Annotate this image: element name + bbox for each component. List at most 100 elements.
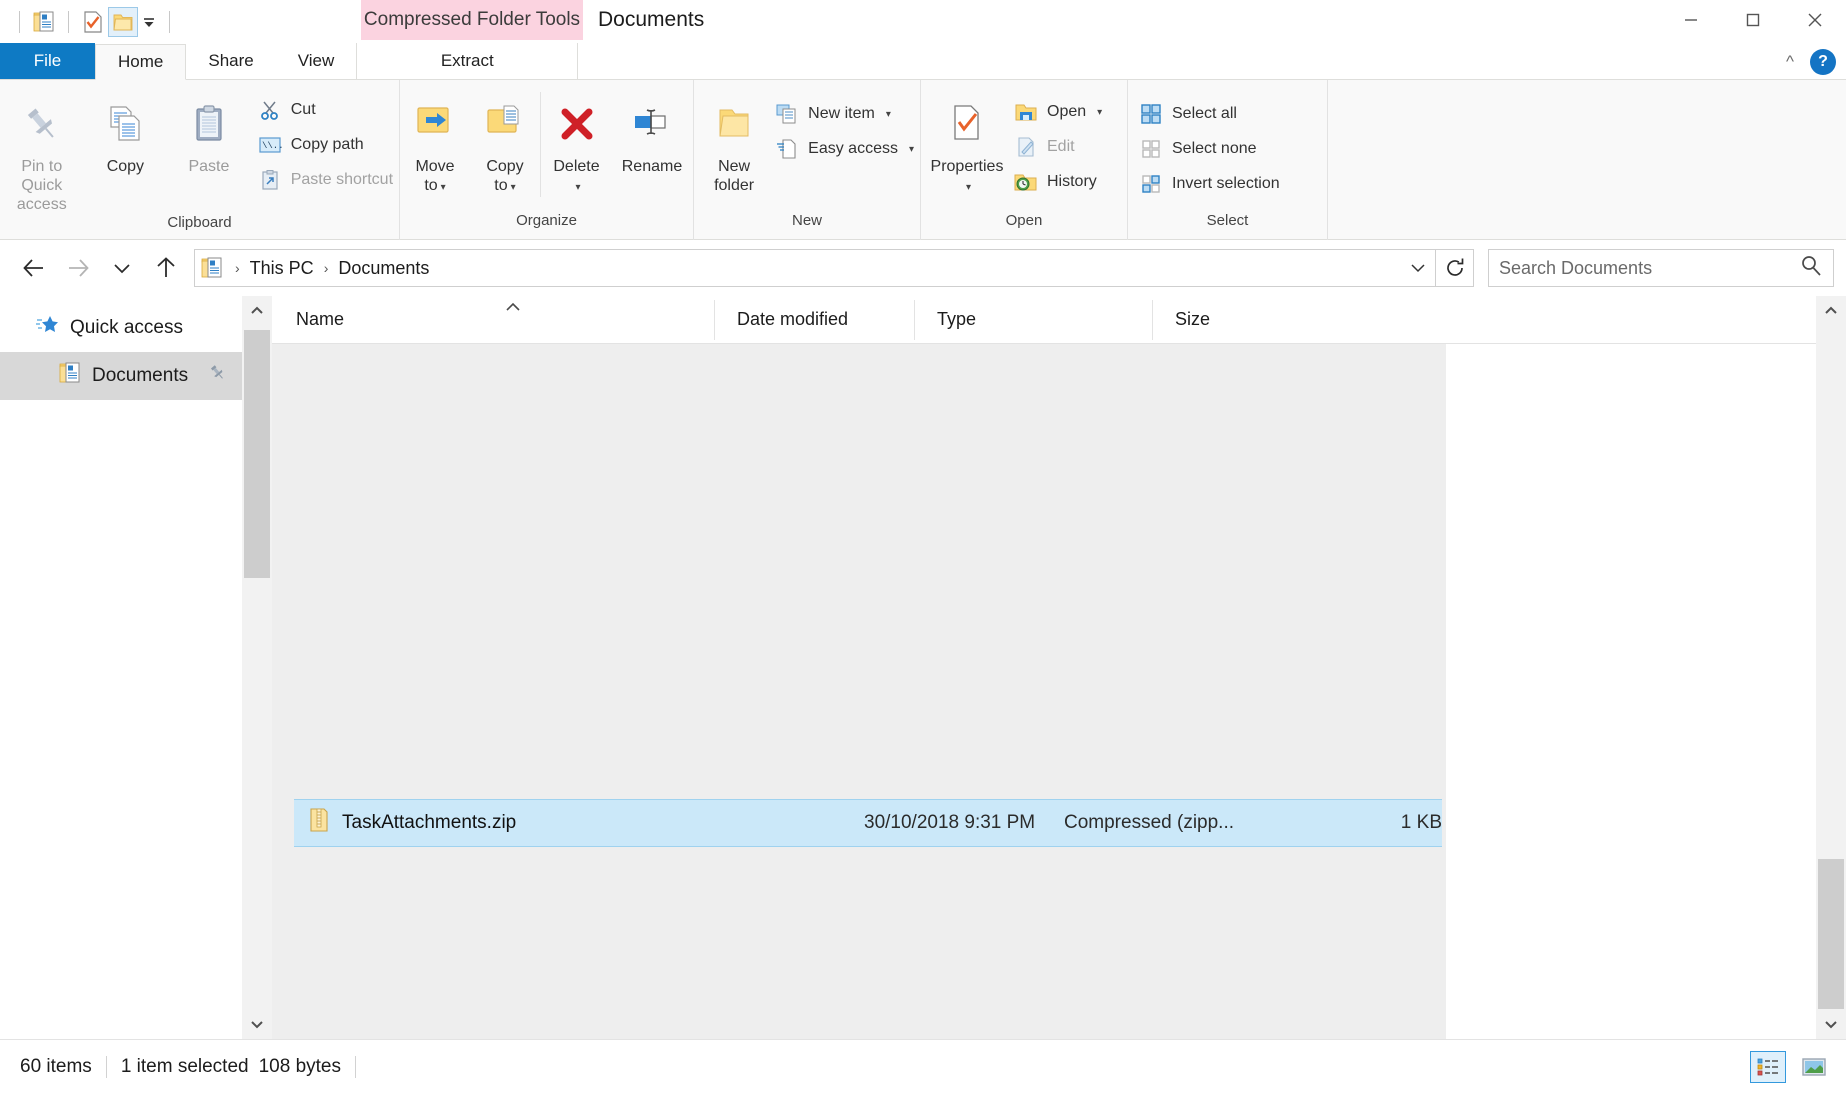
tab-view[interactable]: View — [276, 43, 357, 79]
copy-label: Copy — [106, 158, 145, 175]
help-button[interactable]: ? — [1810, 49, 1836, 75]
tab-home[interactable]: Home — [95, 44, 187, 80]
copy-to-label: Copy to ▾ — [486, 158, 524, 194]
history-button[interactable]: History — [1013, 166, 1108, 198]
table-row[interactable]: TaskAttachments.zip 30/10/2018 9:31 PM C… — [294, 799, 1442, 847]
select-none-label: Select none — [1172, 140, 1257, 157]
open-small-commands: Open ▾ Edit History — [1013, 92, 1108, 198]
paste-label: Paste — [188, 158, 230, 175]
paste-shortcut-button[interactable]: Paste shortcut — [257, 164, 399, 196]
file-scroll-up-button[interactable] — [1816, 296, 1846, 326]
rename-button[interactable]: Rename — [612, 92, 692, 176]
tab-share[interactable]: Share — [186, 43, 275, 79]
maximize-icon — [1746, 13, 1760, 27]
file-list-scrollbar[interactable] — [1816, 296, 1846, 1039]
copy-to-button[interactable]: Copy to ▾ — [470, 92, 540, 197]
copy-path-button[interactable]: \\.. Copy path — [257, 129, 399, 161]
forward-button[interactable] — [56, 248, 100, 288]
close-icon — [1808, 13, 1822, 27]
sidebar-item-documents[interactable]: Documents — [0, 352, 272, 400]
collapse-ribbon-button[interactable]: ^ — [1786, 52, 1794, 72]
file-scroll-track[interactable] — [1816, 326, 1846, 1009]
edit-button[interactable]: Edit — [1013, 131, 1108, 163]
nav-scroll-thumb[interactable] — [244, 330, 270, 578]
move-to-label: Move to ▾ — [415, 158, 455, 194]
contextual-tab-title: Compressed Folder Tools — [361, 0, 583, 40]
address-bar[interactable]: › This PC › Documents — [194, 249, 1436, 287]
properties-button[interactable]: Properties ▾ — [921, 92, 1013, 197]
minimize-icon — [1685, 19, 1697, 21]
ribbon-group-select: Select all Select none Invert selection … — [1128, 80, 1328, 240]
maximize-button[interactable] — [1722, 0, 1784, 40]
search-input[interactable]: Search Documents — [1499, 258, 1799, 279]
documents-folder-icon — [33, 11, 54, 32]
select-none-button[interactable]: Select none — [1138, 133, 1286, 165]
chevron-down-icon — [1825, 1021, 1837, 1029]
nav-scroll-down-button[interactable] — [242, 1009, 272, 1039]
navigation-scrollbar[interactable] — [242, 296, 272, 1039]
invert-selection-button[interactable]: Invert selection — [1138, 168, 1286, 200]
rename-icon — [627, 96, 677, 152]
nav-scroll-track[interactable] — [242, 326, 272, 1009]
copy-path-label: Copy path — [290, 136, 364, 153]
back-button[interactable] — [12, 248, 56, 288]
open-caret[interactable]: ▾ — [1097, 107, 1102, 118]
select-all-label: Select all — [1172, 105, 1237, 122]
star-pin-icon — [36, 314, 60, 342]
easy-access-button[interactable]: Easy access ▾ — [774, 133, 920, 165]
breadcrumb-separator-0[interactable]: › — [229, 260, 246, 276]
file-list-area[interactable]: TaskAttachments.zip 30/10/2018 9:31 PM C… — [272, 344, 1846, 1039]
breadcrumb-separator-1[interactable]: › — [318, 260, 335, 276]
sidebar-item-quick-access[interactable]: Quick access — [0, 304, 272, 352]
large-icons-view-button[interactable] — [1796, 1051, 1832, 1083]
search-icon[interactable] — [1799, 254, 1823, 283]
properties-check-icon — [84, 11, 102, 33]
recent-locations-button[interactable] — [100, 248, 144, 288]
delete-button[interactable]: Delete ▾ — [540, 92, 612, 197]
refresh-button[interactable] — [1436, 249, 1474, 287]
up-button[interactable] — [144, 248, 188, 288]
easy-access-caret[interactable]: ▾ — [909, 144, 914, 155]
file-size-cell: 1 KB — [1400, 812, 1442, 833]
qat-new-folder-button[interactable] — [108, 7, 138, 37]
search-box[interactable]: Search Documents — [1488, 249, 1834, 287]
qat-customize-dropdown[interactable] — [138, 9, 160, 35]
pin-to-quick-access-button[interactable]: Pin to Quick access — [0, 92, 84, 214]
pin-icon[interactable] — [208, 363, 228, 389]
new-item-caret[interactable]: ▾ — [886, 109, 891, 120]
column-header-type[interactable]: Type — [914, 299, 1152, 340]
nav-scroll-up-button[interactable] — [242, 296, 272, 326]
details-view-icon — [1757, 1058, 1778, 1075]
file-type-cell: Compressed (zipp... — [1064, 812, 1235, 833]
select-commands: Select all Select none Invert selection — [1128, 92, 1286, 200]
copy-path-icon: \\.. — [257, 132, 283, 158]
new-item-button[interactable]: New item ▾ — [774, 98, 920, 130]
select-all-button[interactable]: Select all — [1138, 98, 1286, 130]
file-scroll-thumb[interactable] — [1818, 859, 1844, 1009]
qat-properties-button[interactable] — [78, 7, 108, 37]
copy-button[interactable]: Copy — [84, 92, 168, 176]
address-dropdown-button[interactable] — [1401, 250, 1435, 286]
tab-extract[interactable]: Extract — [356, 43, 579, 79]
column-header-size[interactable]: Size — [1152, 299, 1307, 340]
file-name-cell[interactable]: TaskAttachments.zip — [294, 807, 864, 839]
new-folder-button[interactable]: New folder — [694, 92, 774, 195]
cut-button[interactable]: Cut — [257, 94, 399, 126]
qat-documents-button[interactable] — [29, 7, 59, 37]
chevron-down-icon — [144, 18, 154, 27]
close-button[interactable] — [1784, 0, 1846, 40]
column-header-date-modified[interactable]: Date modified — [714, 299, 914, 340]
main-area: Quick access Documents Name Date modifie… — [0, 296, 1846, 1039]
clipboard-small-commands: Cut \\.. Copy path Paste shortcut — [257, 92, 399, 196]
tab-file[interactable]: File — [0, 43, 95, 79]
invert-selection-icon — [1138, 171, 1164, 197]
paste-button[interactable]: Paste — [167, 92, 251, 176]
file-scroll-down-button[interactable] — [1816, 1009, 1846, 1039]
breadcrumb-this-pc[interactable]: This PC — [246, 258, 318, 279]
open-button[interactable]: Open ▾ — [1013, 96, 1108, 128]
move-to-button[interactable]: Move to ▾ — [400, 92, 470, 197]
minimize-button[interactable] — [1660, 0, 1722, 40]
details-view-button[interactable] — [1750, 1050, 1786, 1083]
column-header-name[interactable]: Name — [274, 300, 714, 340]
breadcrumb-documents[interactable]: Documents — [334, 258, 433, 279]
